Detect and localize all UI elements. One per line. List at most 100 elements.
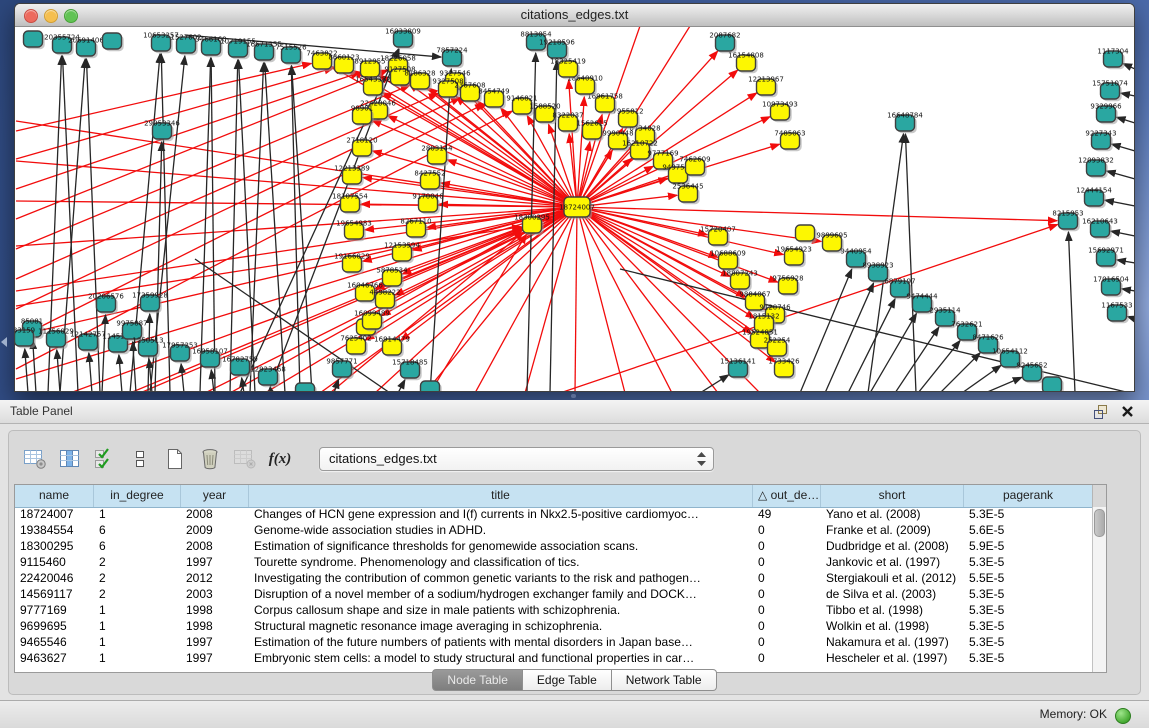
graph-edge[interactable]: [962, 365, 1001, 391]
node-label: 9474444: [906, 293, 938, 301]
column-header-pagerank[interactable]: pagerank: [964, 485, 1093, 507]
table-row[interactable]: 1872400712008Changes of HCN gene express…: [15, 507, 1093, 523]
graph-edge[interactable]: [620, 269, 1130, 391]
table-source-dropdown[interactable]: citations_edges.txt: [319, 447, 714, 471]
table-panel: Table Panel f(x)citations_edges.txt name…: [0, 400, 1149, 700]
graph-edge[interactable]: [848, 299, 895, 391]
graph-edge[interactable]: [1117, 260, 1134, 263]
graph-edge[interactable]: [905, 134, 916, 391]
graph-node[interactable]: [421, 381, 440, 391]
table-cell: 1: [94, 507, 181, 523]
table-row[interactable]: 911546021997Tourette syndrome. Phenomeno…: [15, 555, 1093, 571]
graph-edge[interactable]: [1107, 171, 1134, 179]
network-canvas[interactable]: 2035572420691406106532571527602946616010…: [15, 27, 1134, 391]
graph-edge[interactable]: [895, 327, 939, 391]
table-row[interactable]: 1456911722003Disruption of a novel membe…: [15, 587, 1093, 603]
graph-edge[interactable]: [181, 364, 184, 391]
graph-node[interactable]: [24, 31, 43, 47]
table-cell: 1: [94, 635, 181, 651]
column-header-in_degree[interactable]: in_degree: [94, 485, 181, 507]
graph-edge[interactable]: [291, 66, 300, 391]
table-cell: 1: [94, 619, 181, 635]
node-label: 11156829: [38, 328, 74, 336]
graph-edge[interactable]: [1121, 93, 1134, 96]
table-cell: 1998: [181, 619, 249, 635]
show-columns-icon[interactable]: [58, 447, 82, 471]
graph-edge[interactable]: [200, 58, 211, 391]
table-cell: 1: [94, 603, 181, 619]
node-label: 1815132: [748, 313, 779, 321]
column-header-year[interactable]: year: [181, 485, 249, 507]
table-cell: 1997: [181, 635, 249, 651]
node-label: 2935114: [929, 307, 961, 315]
graph-node[interactable]: [103, 33, 122, 49]
table-cell: 5.3E-5: [964, 603, 1093, 619]
vertical-scrollbar[interactable]: [1092, 507, 1106, 672]
graph-edge[interactable]: [57, 350, 60, 391]
graph-edge[interactable]: [119, 355, 122, 391]
table-cell: 0: [753, 603, 821, 619]
column-header-short[interactable]: short: [821, 485, 964, 507]
graph-edge[interactable]: [1112, 144, 1134, 151]
table-cell: Stergiakouli et al. (2012): [821, 571, 964, 587]
table-row[interactable]: 977716911998Corpus callosum shape and si…: [15, 603, 1093, 619]
column-header-title[interactable]: title: [249, 485, 753, 507]
select-all-icon[interactable]: [93, 447, 117, 471]
graph-edge[interactable]: [230, 60, 238, 391]
table-row[interactable]: 946362711997Embryonic stem cells: a mode…: [15, 651, 1093, 667]
delete-icon[interactable]: [198, 447, 222, 471]
graph-node[interactable]: [1043, 377, 1062, 391]
node-label: 2803144: [421, 145, 453, 153]
table-cell: 9115460: [15, 555, 94, 571]
graph-edge[interactable]: [16, 93, 438, 279]
rows-icon[interactable]: [128, 447, 152, 471]
table-row[interactable]: 2242004622012Investigating the contribut…: [15, 571, 1093, 587]
graph-node[interactable]: [296, 383, 315, 391]
tab-network-table[interactable]: Network Table: [612, 669, 717, 691]
column-header-name[interactable]: name: [15, 485, 94, 507]
column-header-out_de[interactable]: △ out_de…: [753, 485, 821, 507]
graph-edge[interactable]: [292, 66, 312, 391]
table-cell: 0: [753, 651, 821, 667]
table-cell: 6: [94, 539, 181, 555]
graph-edge[interactable]: [25, 349, 28, 391]
table-cell: Corpus callosum shape and size in male p…: [249, 603, 753, 619]
new-file-icon[interactable]: [163, 447, 187, 471]
node-label: 17016504: [1093, 276, 1129, 284]
table-row[interactable]: 1938455462009Genome-wide association stu…: [15, 523, 1093, 539]
tab-node-table[interactable]: Node Table: [432, 669, 523, 691]
table-row[interactable]: 946554611997Estimation of the future num…: [15, 635, 1093, 651]
function-builder-icon[interactable]: f(x): [268, 447, 292, 471]
table-row[interactable]: 969969511998Structural magnetic resonanc…: [15, 619, 1093, 635]
graph-edge[interactable]: [430, 69, 451, 391]
node-label: 16782759: [222, 356, 258, 364]
graph-edge[interactable]: [579, 216, 625, 391]
splitter-handle[interactable]: [571, 394, 576, 398]
table-row[interactable]: 1830029562008Estimation of significance …: [15, 539, 1093, 555]
tab-edge-table[interactable]: Edge Table: [523, 669, 612, 691]
graph-edge[interactable]: [475, 215, 573, 391]
graph-edge[interactable]: [985, 377, 1022, 391]
graph-edge[interactable]: [1122, 289, 1134, 291]
graph-edge[interactable]: [525, 216, 575, 391]
collapse-arrow-icon[interactable]: [1, 337, 7, 347]
graph-edge[interactable]: [211, 370, 214, 391]
scrollbar-thumb[interactable]: [1094, 509, 1105, 537]
graph-edge[interactable]: [1111, 231, 1134, 236]
graph-edge[interactable]: [130, 229, 522, 391]
memory-ok-indicator[interactable]: [1115, 708, 1131, 724]
graph-edge[interactable]: [575, 216, 577, 391]
graph-edge[interactable]: [398, 380, 405, 391]
table-mode-icon[interactable]: [23, 447, 47, 471]
close-panel-icon[interactable]: [1120, 404, 1135, 419]
graph-edge[interactable]: [800, 269, 852, 391]
graph-edge[interactable]: [1105, 200, 1134, 206]
window-titlebar[interactable]: citations_edges.txt: [15, 4, 1134, 27]
table-cell: 14569117: [15, 587, 94, 603]
graph-edge[interactable]: [1068, 232, 1075, 391]
graph-edge[interactable]: [825, 283, 874, 391]
graph-edge[interactable]: [1117, 117, 1134, 123]
graph-node[interactable]: [796, 225, 815, 241]
float-window-icon[interactable]: [1093, 404, 1109, 420]
citation-network-graph: 2035572420691406106532571527602946616010…: [15, 27, 1134, 391]
